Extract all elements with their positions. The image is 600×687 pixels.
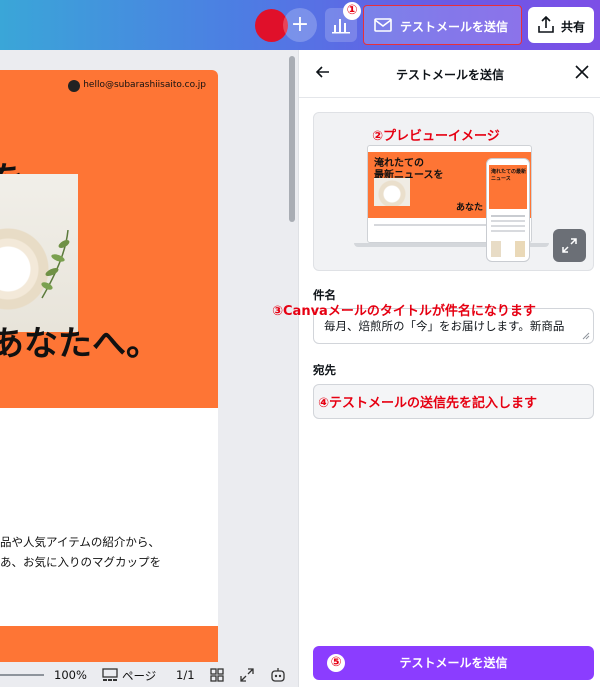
subject-value: 毎月、焙煎所の「今」をお届けします。新商品 (324, 319, 565, 333)
bottom-toolbar: 100% ページ 1/1 (0, 662, 298, 687)
body-line: 品や人気アイテムの紹介から、 (0, 535, 160, 549)
close-icon[interactable] (575, 65, 589, 79)
send-test-email-submit-button[interactable]: テストメールを送信 (313, 646, 594, 680)
fullscreen-icon[interactable] (240, 668, 254, 682)
design-page[interactable]: hello@subarashiisaito.co.jp を あなたへ。 品や人気… (0, 70, 218, 687)
design-canvas[interactable]: hello@subarashiisaito.co.jp を あなたへ。 品や人気… (0, 50, 298, 687)
phone-text-lines (491, 215, 525, 217)
assistant-icon[interactable] (270, 667, 286, 683)
annotation-1: ① (343, 2, 361, 20)
top-bar: + テストメールを送信 共有 (0, 0, 600, 50)
body-line: あ、お気に入りのマグカップを (0, 555, 161, 569)
phone-preview: 淹れたての最新ニュース (486, 158, 530, 262)
mail-icon (374, 18, 392, 32)
share-button[interactable]: 共有 (528, 7, 594, 43)
grid-view-icon[interactable] (210, 668, 224, 682)
laptop-text-line (374, 224, 494, 226)
pages-label[interactable]: ページ (122, 668, 156, 684)
globe-icon (68, 80, 80, 92)
contact-email: hello@subarashiisaito.co.jp (83, 80, 206, 90)
laptop-headline-line: あなた (456, 203, 484, 213)
annotation-5: ⑤ (327, 654, 345, 672)
panel-header: テストメールを送信 (299, 50, 600, 98)
expand-icon (562, 238, 577, 253)
upload-icon (538, 16, 554, 33)
annotation-4: ④テストメールの送信先を記入します (318, 396, 538, 411)
share-label: 共有 (561, 20, 586, 34)
annotation-2: ②プレビューイメージ (372, 129, 500, 144)
send-test-email-label: テストメールを送信 (400, 20, 509, 34)
annotation-3: ③Canvaメールのタイトルが件名になります (272, 304, 536, 319)
phone-photo-strip (491, 241, 525, 257)
resize-handle-icon[interactable] (582, 332, 590, 340)
add-collaborator-button[interactable]: + (283, 8, 317, 42)
page-count: 1/1 (176, 668, 195, 682)
headline-main: あなたへ。 (0, 324, 160, 364)
expand-preview-button[interactable] (553, 229, 586, 262)
phone-headline: 淹れたての最新ニュース (491, 169, 527, 182)
pages-icon[interactable] (102, 668, 118, 682)
body-text: 品や人気アイテムの紹介から、 あ、お気に入りのマグカップを (0, 532, 218, 572)
leaves-decoration (41, 230, 70, 299)
send-test-email-button[interactable]: テストメールを送信 (363, 5, 522, 45)
send-test-email-panel: テストメールを送信 淹れたての 最新ニュースを あなた 淹れたての最新ニュース (298, 50, 600, 687)
laptop-headline-line: 淹れたての (374, 158, 424, 169)
panel-title: テストメールを送信 (395, 68, 504, 82)
laptop-photo (374, 178, 410, 206)
zoom-level[interactable]: 100% (54, 668, 87, 682)
canvas-scrollbar[interactable] (289, 56, 295, 222)
to-label: 宛先 (313, 363, 336, 377)
zoom-slider[interactable] (0, 674, 44, 676)
